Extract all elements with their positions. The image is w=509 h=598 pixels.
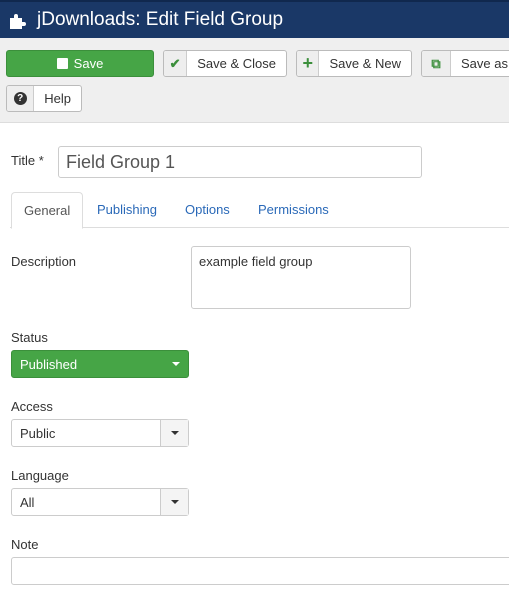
tab-options[interactable]: Options (185, 192, 230, 228)
title-label: Title * (11, 153, 44, 168)
help-button[interactable]: ? Help (6, 85, 82, 112)
access-select[interactable]: Public (11, 419, 189, 447)
caret-down-icon (171, 431, 179, 435)
save-new-button[interactable]: + Save & New (296, 50, 412, 77)
save-button[interactable]: Save (6, 50, 154, 77)
tab-bar: General Publishing Options Permissions (10, 192, 509, 229)
status-select[interactable]: Published (11, 350, 189, 378)
check-icon: ✔ (164, 51, 188, 76)
save-close-button[interactable]: ✔ Save & Close (163, 50, 287, 77)
tab-publishing[interactable]: Publishing (97, 192, 157, 228)
description-textarea[interactable]: example field group (191, 246, 411, 309)
caret-down-icon (172, 362, 180, 366)
puzzle-icon (10, 14, 26, 29)
edit-icon (56, 58, 68, 69)
language-label: Language (11, 468, 69, 483)
header-bar: jDownloads: Edit Field Group (0, 0, 509, 38)
title-input[interactable]: Field Group 1 (58, 146, 422, 178)
save-copy-button[interactable]: ⧉ Save as Copy (421, 50, 509, 77)
language-select[interactable]: All (11, 488, 189, 516)
toolbar: Save ✔ Save & Close + Save & New ⧉ Save … (0, 38, 509, 123)
access-label: Access (11, 399, 53, 414)
note-label: Note (11, 537, 39, 552)
page-title: jDownloads: Edit Field Group (37, 9, 284, 30)
tab-permissions[interactable]: Permissions (258, 192, 329, 228)
copy-icon: ⧉ (422, 51, 451, 76)
note-input[interactable] (11, 557, 509, 585)
question-icon: ? (7, 86, 35, 111)
description-label: Description (11, 254, 77, 269)
tab-general[interactable]: General (11, 192, 84, 229)
caret-down-icon (171, 500, 179, 504)
status-label: Status (11, 330, 48, 345)
plus-icon: + (297, 51, 320, 76)
